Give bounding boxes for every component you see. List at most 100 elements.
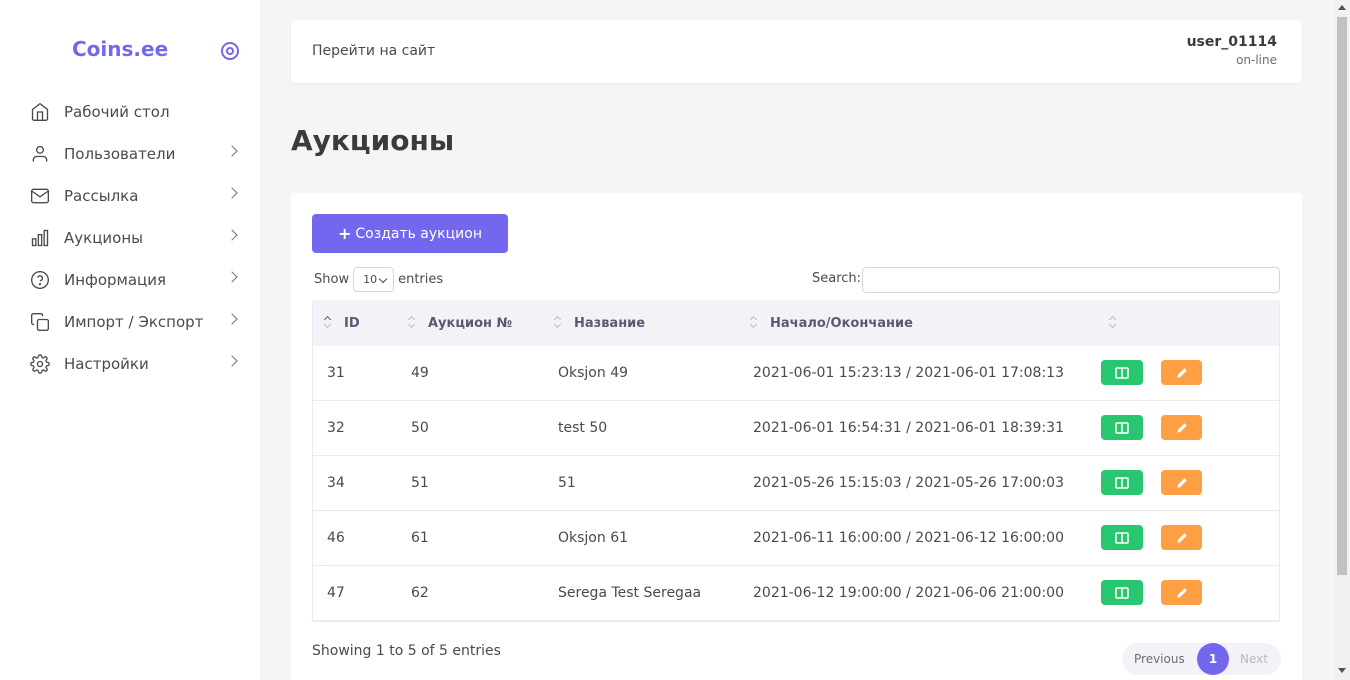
sort-icon[interactable] — [408, 317, 416, 329]
edit-button[interactable] — [1161, 415, 1202, 440]
edit-button[interactable] — [1161, 525, 1202, 550]
cell-number: 62 — [411, 585, 429, 601]
edit-button[interactable] — [1161, 360, 1202, 385]
sidebar-item-auctions[interactable]: Аукционы — [30, 223, 240, 253]
search-label: Search: — [812, 271, 862, 286]
user-status: on-line — [1236, 53, 1277, 67]
sort-icon[interactable] — [750, 317, 758, 329]
copy-icon — [30, 312, 50, 332]
pencil-icon — [1176, 587, 1187, 598]
column-header-name[interactable]: Название — [574, 316, 645, 331]
view-button[interactable] — [1101, 415, 1143, 440]
sidebar-item-label: Рабочий стол — [64, 103, 170, 121]
pencil-icon — [1176, 477, 1187, 488]
sidebar-item-label: Пользователи — [64, 145, 176, 163]
entries-label: entries — [398, 272, 444, 287]
brand-logo[interactable]: Coins.ee — [72, 37, 168, 61]
table-row: 46 61 Oksjon 61 2021-06-11 16:00:00 / 20… — [312, 511, 1280, 566]
edit-button[interactable] — [1161, 470, 1202, 495]
page-1-button[interactable]: 1 — [1197, 643, 1229, 675]
cell-period: 2021-06-11 16:00:00 / 2021-06-12 16:00:0… — [753, 530, 1064, 546]
scroll-down-arrow-icon[interactable] — [1338, 668, 1346, 673]
cell-name: test 50 — [558, 420, 608, 436]
pencil-icon — [1176, 532, 1187, 543]
pencil-icon — [1176, 367, 1187, 378]
view-button[interactable] — [1101, 360, 1143, 385]
home-icon — [30, 102, 50, 122]
chevron-right-icon — [226, 313, 238, 325]
cell-number: 51 — [411, 475, 429, 491]
cell-period: 2021-05-26 15:15:03 / 2021-05-26 17:00:0… — [753, 475, 1064, 491]
cell-name: Serega Test Seregaa — [558, 585, 702, 601]
table-row: 31 49 Oksjon 49 2021-06-01 15:23:13 / 20… — [312, 346, 1280, 401]
page-scrollbar[interactable] — [1334, 0, 1350, 680]
scrollbar-thumb[interactable] — [1337, 17, 1347, 575]
pagination: Previous 1 Next — [1122, 643, 1281, 675]
cell-number: 61 — [411, 530, 429, 546]
columns-icon — [1115, 421, 1129, 434]
chevron-right-icon — [226, 187, 238, 199]
next-page-button[interactable]: Next — [1240, 652, 1268, 666]
columns-icon — [1115, 366, 1129, 379]
entries-select[interactable]: 10 — [353, 267, 395, 292]
column-header-number[interactable]: Аукцион № — [428, 316, 512, 331]
previous-page-button[interactable]: Previous — [1134, 652, 1185, 666]
cell-id: 34 — [327, 475, 345, 491]
top-navbar: Перейти на сайт user_01114 on-line — [291, 20, 1302, 83]
cell-period: 2021-06-01 16:54:31 / 2021-06-01 18:39:3… — [753, 420, 1064, 436]
sort-icon[interactable] — [324, 317, 332, 329]
view-button[interactable] — [1101, 470, 1143, 495]
sidebar-item-dashboard[interactable]: Рабочий стол — [30, 97, 240, 127]
search-input[interactable] — [862, 267, 1280, 293]
sidebar-item-settings[interactable]: Настройки — [30, 349, 240, 379]
mail-icon — [30, 186, 50, 206]
plus-icon: + — [338, 224, 352, 243]
scroll-up-arrow-icon[interactable] — [1338, 5, 1346, 10]
sidebar-toggle-icon[interactable] — [221, 42, 239, 60]
cell-id: 47 — [327, 585, 345, 601]
sidebar-item-information[interactable]: Информация — [30, 265, 240, 295]
columns-icon — [1115, 586, 1129, 599]
goto-site-link[interactable]: Перейти на сайт — [312, 43, 435, 59]
user-name[interactable]: user_01114 — [1187, 34, 1277, 50]
sidebar-item-label: Настройки — [64, 355, 149, 373]
table-row: 47 62 Serega Test Seregaa 2021-06-12 19:… — [312, 566, 1280, 621]
chevron-right-icon — [226, 145, 238, 157]
user-icon — [30, 144, 50, 164]
chevron-right-icon — [226, 229, 238, 241]
table-row: 32 50 test 50 2021-06-01 16:54:31 / 2021… — [312, 401, 1280, 456]
cell-id: 32 — [327, 420, 345, 436]
show-label: Show — [314, 272, 350, 287]
column-header-id[interactable]: ID — [344, 316, 360, 331]
cell-number: 49 — [411, 365, 429, 381]
sidebar: Coins.ee Рабочий стол Пользователи Рассы… — [0, 0, 260, 680]
auctions-card: + Создать аукцион Show 10 entries Search… — [291, 193, 1302, 680]
columns-icon — [1115, 531, 1129, 544]
sidebar-item-mailing[interactable]: Рассылка — [30, 181, 240, 211]
column-header-period[interactable]: Начало/Окончание — [770, 316, 913, 331]
cell-number: 50 — [411, 420, 429, 436]
sort-icon[interactable] — [1109, 317, 1117, 329]
chevron-right-icon — [226, 271, 238, 283]
create-auction-button[interactable]: + Создать аукцион — [312, 214, 508, 253]
view-button[interactable] — [1101, 580, 1143, 605]
cell-name: Oksjon 61 — [558, 530, 629, 546]
sort-icon[interactable] — [554, 317, 562, 329]
sidebar-item-label: Аукционы — [64, 229, 143, 247]
cell-id: 46 — [327, 530, 345, 546]
view-button[interactable] — [1101, 525, 1143, 550]
page-title: Аукционы — [291, 124, 455, 157]
cell-period: 2021-06-12 19:00:00 / 2021-06-06 21:00:0… — [753, 585, 1064, 601]
bar-chart-icon — [30, 228, 50, 248]
length-control: Show 10 entries — [314, 267, 443, 292]
table-header: ID Аукцион № Название Начало/Окончание — [312, 300, 1280, 346]
sidebar-item-import-export[interactable]: Импорт / Экспорт — [30, 307, 240, 337]
edit-button[interactable] — [1161, 580, 1202, 605]
cell-name: 51 — [558, 475, 576, 491]
columns-icon — [1115, 476, 1129, 489]
sidebar-item-label: Информация — [64, 271, 167, 289]
help-circle-icon — [30, 270, 50, 290]
sidebar-item-users[interactable]: Пользователи — [30, 139, 240, 169]
create-auction-label: Создать аукцион — [355, 225, 482, 242]
settings-icon — [30, 354, 50, 374]
